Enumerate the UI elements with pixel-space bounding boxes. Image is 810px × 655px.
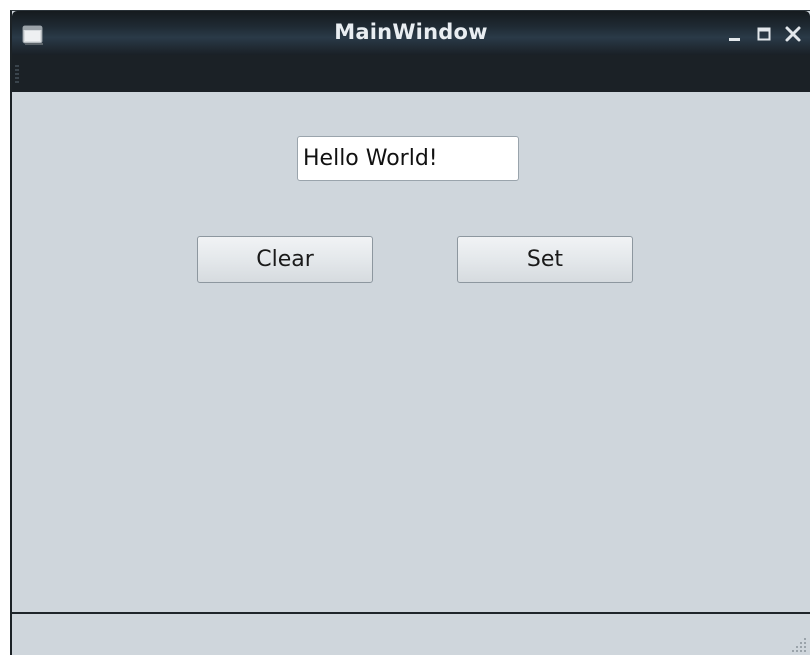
status-bar (12, 614, 810, 655)
maximize-icon[interactable] (755, 25, 773, 43)
title-bar[interactable]: MainWindow (12, 11, 810, 55)
clear-button[interactable]: Clear (197, 236, 373, 283)
set-button[interactable]: Set (457, 236, 633, 283)
main-window: MainWindow Clear S (10, 10, 810, 655)
window-icon[interactable] (22, 24, 44, 46)
size-grip-icon[interactable] (792, 636, 808, 652)
toolbar-grip-icon[interactable] (15, 65, 19, 83)
central-widget: Clear Set (12, 92, 810, 612)
close-icon[interactable] (784, 25, 802, 43)
window-controls (726, 25, 802, 43)
minimize-icon[interactable] (726, 25, 744, 43)
menu-bar (12, 55, 810, 92)
window-title: MainWindow (334, 20, 488, 44)
text-line-edit[interactable] (297, 136, 519, 181)
